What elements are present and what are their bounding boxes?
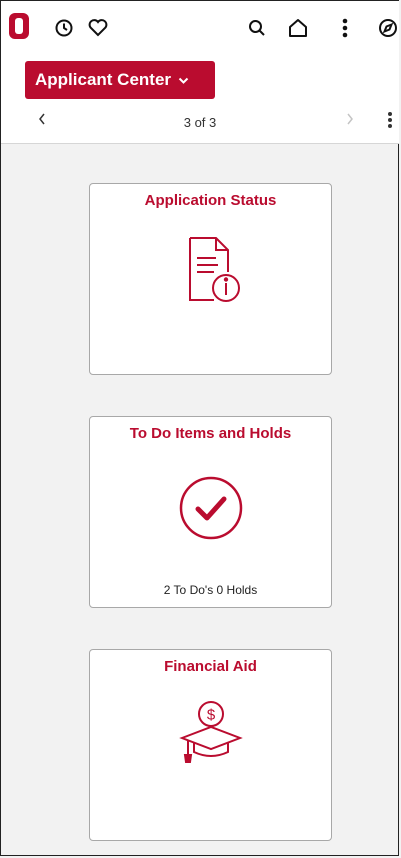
home-icon[interactable] <box>285 15 311 41</box>
tile-financial-aid[interactable]: Financial Aid $ <box>89 649 332 841</box>
tile-title: To Do Items and Holds <box>129 425 292 442</box>
search-icon[interactable] <box>244 15 270 41</box>
tile-to-do-items-and-holds[interactable]: To Do Items and Holds 2 To Do's 0 Holds <box>89 416 332 608</box>
document-info-icon <box>90 234 331 306</box>
tile-status-text: 2 To Do's 0 Holds <box>163 583 258 597</box>
favorites-icon[interactable] <box>85 15 111 41</box>
tile-application-status[interactable]: Application Status <box>89 183 332 375</box>
tile-title: Application Status <box>144 192 277 209</box>
logo-icon[interactable] <box>6 13 32 39</box>
page-header: Applicant Center 3 of 3 <box>1 53 399 144</box>
navigator-icon[interactable] <box>375 15 401 41</box>
checkmark-circle-icon <box>90 475 331 541</box>
tile-title: Financial Aid <box>164 658 257 675</box>
next-page-icon <box>345 112 355 131</box>
chevron-down-icon <box>178 70 189 90</box>
page-pager: 3 of 3 <box>1 105 399 139</box>
page-count: 3 of 3 <box>183 115 217 130</box>
more-options-icon[interactable] <box>387 111 393 134</box>
actions-icon[interactable] <box>332 15 358 41</box>
app-title: Applicant Center <box>35 70 172 89</box>
svg-text:$: $ <box>206 707 215 724</box>
top-navbar <box>1 1 399 53</box>
history-icon[interactable] <box>51 15 77 41</box>
applicant-center-dropdown[interactable]: Applicant Center <box>25 61 215 99</box>
graduation-cap-dollar-icon: $ <box>90 698 331 770</box>
